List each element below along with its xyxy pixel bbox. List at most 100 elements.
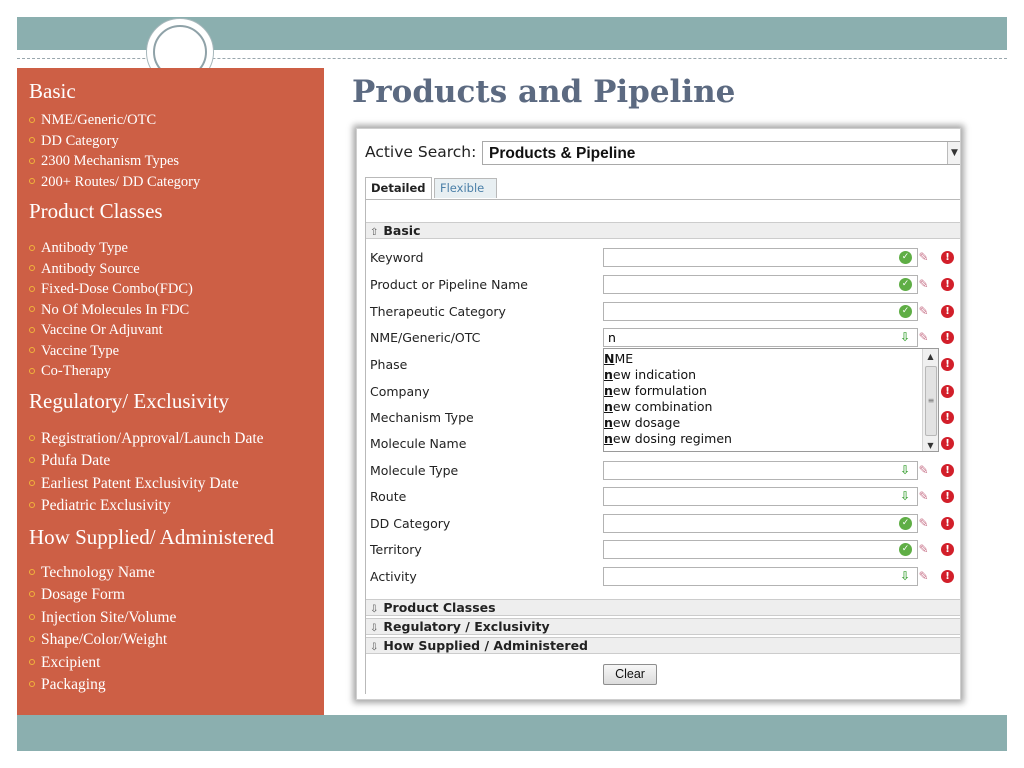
eraser-icon[interactable]: ✎ <box>917 305 930 318</box>
field-label-therapeutic-category: Therapeutic Category <box>370 304 506 319</box>
autocomplete-option[interactable]: new combination <box>604 399 712 414</box>
page-title: Products and Pipeline <box>352 74 736 110</box>
list-item: NME/Generic/OTC <box>29 110 324 131</box>
tab-flexible[interactable]: Flexible <box>434 178 497 198</box>
autocomplete-option[interactable]: NME <box>604 351 633 366</box>
product-name-input[interactable] <box>603 275 918 294</box>
territory-input[interactable] <box>603 540 918 559</box>
field-label-dd-category: DD Category <box>370 516 451 531</box>
alert-icon[interactable]: ! <box>941 385 954 398</box>
field-label-nme-generic-otc: NME/Generic/OTC <box>370 330 481 345</box>
section-heading-basic: Basic <box>29 79 76 103</box>
clear-button[interactable]: Clear <box>603 664 657 685</box>
alert-icon[interactable]: ! <box>941 358 954 371</box>
active-search-select[interactable]: Products & Pipeline ▼ <box>482 141 960 165</box>
scroll-up-icon[interactable]: ▲ <box>923 349 938 364</box>
eraser-icon[interactable]: ✎ <box>917 251 930 264</box>
nme-generic-otc-input[interactable]: n <box>603 328 918 347</box>
bullet-icon <box>29 244 35 251</box>
bullet-icon <box>29 157 35 164</box>
check-icon[interactable]: ✓ <box>899 305 912 318</box>
list-item: Pediatric Exclusivity <box>29 495 324 518</box>
autocomplete-option[interactable]: new dosing regimen <box>604 431 732 446</box>
download-icon[interactable]: ⇩ <box>899 331 911 344</box>
section-heading-product-classes: Product Classes <box>29 199 163 223</box>
scroll-thumb[interactable]: ≡ <box>925 366 937 436</box>
section-basic-header[interactable]: ⇧ Basic <box>366 222 960 239</box>
therapeutic-category-input[interactable] <box>603 302 918 321</box>
alert-icon[interactable]: ! <box>941 437 954 450</box>
alert-icon[interactable]: ! <box>941 278 954 291</box>
bullet-icon <box>29 479 35 486</box>
eraser-icon[interactable]: ✎ <box>917 331 930 344</box>
check-icon[interactable]: ✓ <box>899 517 912 530</box>
check-icon[interactable]: ✓ <box>899 278 912 291</box>
expand-icon[interactable]: ⇩ <box>370 642 378 653</box>
list-item: Earliest Patent Exclusivity Date <box>29 473 324 496</box>
alert-icon[interactable]: ! <box>941 411 954 424</box>
bullet-icon <box>29 285 35 292</box>
list-item: Excipient <box>29 652 324 675</box>
route-input[interactable] <box>603 487 918 506</box>
list-item: 200+ Routes/ DD Category <box>29 172 324 193</box>
bottom-banner <box>17 715 1007 751</box>
field-label-molecule-type: Molecule Type <box>370 463 459 478</box>
list-item: Injection Site/Volume <box>29 607 324 630</box>
molecule-type-input[interactable] <box>603 461 918 480</box>
eraser-icon[interactable]: ✎ <box>917 490 930 503</box>
eraser-icon[interactable]: ✎ <box>917 278 930 291</box>
bullet-icon <box>29 434 35 441</box>
alert-icon[interactable]: ! <box>941 543 954 556</box>
how-supplied-list: Technology Name Dosage Form Injection Si… <box>29 562 324 697</box>
dropdown-scrollbar[interactable]: ▲ ≡ ▼ <box>922 349 938 451</box>
field-label-phase: Phase <box>370 357 408 372</box>
product-classes-list: Antibody Type Antibody Source Fixed-Dose… <box>29 238 324 382</box>
autocomplete-option[interactable]: new dosage <box>604 415 680 430</box>
tab-detailed[interactable]: Detailed <box>365 177 432 200</box>
list-item: Registration/Approval/Launch Date <box>29 428 324 451</box>
alert-icon[interactable]: ! <box>941 517 954 530</box>
list-item: Pdufa Date <box>29 450 324 473</box>
bullet-icon <box>29 681 35 688</box>
expand-icon[interactable]: ⇩ <box>370 623 378 634</box>
bullet-icon <box>29 457 35 464</box>
alert-icon[interactable]: ! <box>941 305 954 318</box>
list-item: Antibody Type <box>29 238 324 259</box>
bullet-icon <box>29 178 35 185</box>
download-icon[interactable]: ⇩ <box>899 490 911 503</box>
collapse-icon[interactable]: ⇧ <box>370 227 378 238</box>
alert-icon[interactable]: ! <box>941 464 954 477</box>
alert-icon[interactable]: ! <box>941 251 954 264</box>
eraser-icon[interactable]: ✎ <box>917 464 930 477</box>
scroll-down-icon[interactable]: ▼ <box>923 438 938 451</box>
expand-icon[interactable]: ⇩ <box>370 604 378 615</box>
section-how-supplied-header[interactable]: ⇩ How Supplied / Administered <box>366 637 960 654</box>
regulatory-list: Registration/Approval/Launch Date Pdufa … <box>29 428 324 518</box>
bullet-icon <box>29 568 35 575</box>
alert-icon[interactable]: ! <box>941 570 954 583</box>
dd-category-input[interactable] <box>603 514 918 533</box>
autocomplete-option[interactable]: new formulation <box>604 383 707 398</box>
autocomplete-option[interactable]: new indication <box>604 367 696 382</box>
download-icon[interactable]: ⇩ <box>899 464 911 477</box>
download-icon[interactable]: ⇩ <box>899 570 911 583</box>
section-product-classes-header[interactable]: ⇩ Product Classes <box>366 599 960 616</box>
list-item: Antibody Source <box>29 259 324 280</box>
eraser-icon[interactable]: ✎ <box>917 517 930 530</box>
activity-input[interactable] <box>603 567 918 586</box>
check-icon[interactable]: ✓ <box>899 251 912 264</box>
section-regulatory-header[interactable]: ⇩ Regulatory / Exclusivity <box>366 618 960 635</box>
keyword-input[interactable] <box>603 248 918 267</box>
alert-icon[interactable]: ! <box>941 490 954 503</box>
eraser-icon[interactable]: ✎ <box>917 543 930 556</box>
eraser-icon[interactable]: ✎ <box>917 570 930 583</box>
list-item: Fixed-Dose Combo(FDC) <box>29 279 324 300</box>
chevron-down-icon[interactable]: ▼ <box>947 142 960 164</box>
check-icon[interactable]: ✓ <box>899 543 912 556</box>
feature-list-panel: Basic NME/Generic/OTC DD Category 2300 M… <box>17 68 324 715</box>
field-label-molecule-name: Molecule Name <box>370 436 467 451</box>
list-item: Co-Therapy <box>29 361 324 382</box>
alert-icon[interactable]: ! <box>941 331 954 344</box>
search-app-window: Active Search: Products & Pipeline ▼ Det… <box>356 128 961 700</box>
list-item: Dosage Form <box>29 584 324 607</box>
